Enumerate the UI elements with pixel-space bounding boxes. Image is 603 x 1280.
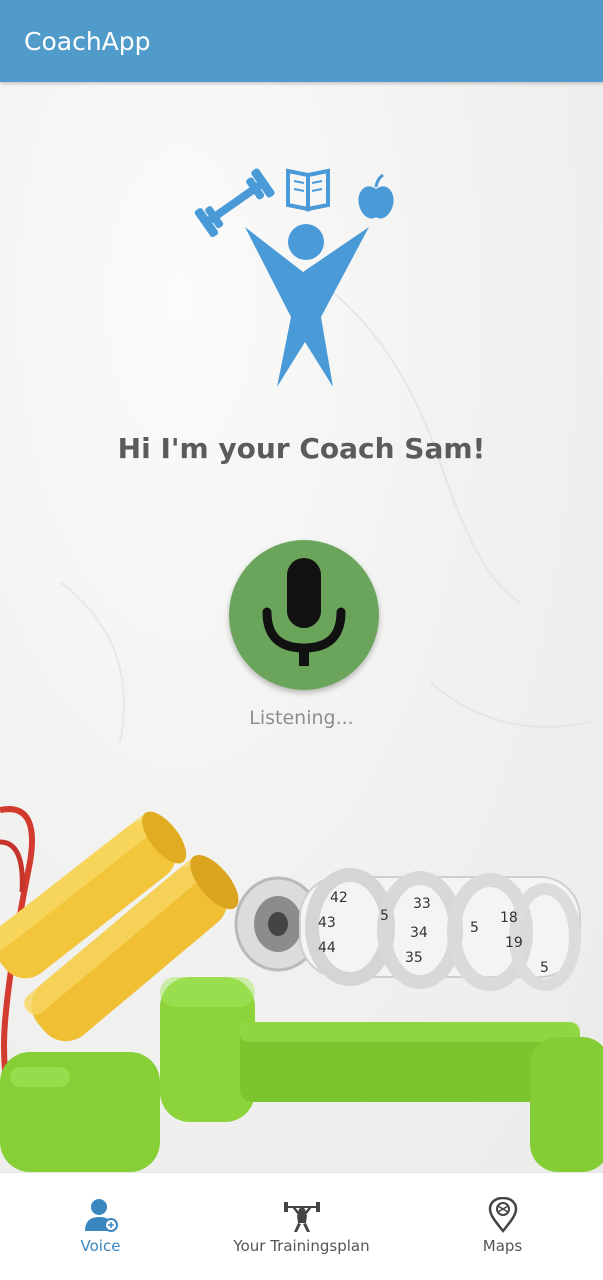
nav-item-trainingsplan[interactable]: Your Trainingsplan [201, 1173, 402, 1280]
app-screen: CoachApp 42 43 44 5 33 34 35 5 18 19 5 H… [0, 0, 603, 1280]
nav-item-voice[interactable]: Voice [0, 1173, 201, 1280]
nav-label-trainingsplan: Your Trainingsplan [233, 1237, 370, 1255]
svg-text:18: 18 [500, 910, 518, 926]
background-image: 42 43 44 5 33 34 35 5 18 19 5 Hi I'm you… [0, 82, 603, 1172]
coach-person-icon [84, 1199, 118, 1232]
svg-text:43: 43 [318, 915, 336, 931]
svg-text:19: 19 [505, 935, 523, 951]
svg-text:44: 44 [318, 940, 336, 956]
person-figure-icon [245, 224, 369, 387]
svg-text:5: 5 [540, 960, 549, 976]
microphone-icon [262, 558, 346, 666]
nav-item-maps[interactable]: Maps [402, 1173, 603, 1280]
nav-label-voice: Voice [80, 1237, 121, 1255]
svg-text:5: 5 [380, 908, 389, 924]
svg-text:35: 35 [405, 950, 423, 966]
svg-text:5: 5 [470, 920, 479, 936]
coach-logo [194, 168, 394, 387]
greeting-heading: Hi I'm your Coach Sam! [117, 432, 486, 465]
dumbbell-icon [194, 168, 275, 238]
map-pin-icon [488, 1197, 517, 1233]
book-icon [286, 168, 330, 212]
nav-label-maps: Maps [482, 1237, 523, 1255]
svg-text:34: 34 [410, 925, 428, 941]
listening-status: Listening... [249, 707, 354, 729]
weightlifter-icon [283, 1202, 320, 1232]
bottom-navigation: Voice Your Trainingsplan Maps [0, 1172, 603, 1280]
svg-text:33: 33 [413, 896, 431, 912]
apple-icon [358, 173, 394, 219]
svg-text:42: 42 [330, 890, 348, 906]
microphone-button[interactable] [229, 540, 379, 690]
app-bar: CoachApp [0, 0, 603, 82]
app-title: CoachApp [24, 27, 151, 56]
